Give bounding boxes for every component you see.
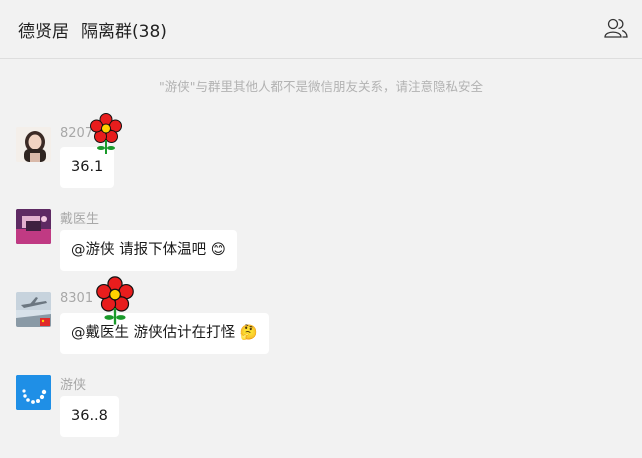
message-bubble[interactable]: @游侠 请报下体温吧 😊 bbox=[60, 230, 237, 271]
message-text: 36.1 bbox=[71, 159, 104, 175]
thinking-emoji: 🤔 bbox=[239, 325, 258, 341]
message-bubble[interactable]: 36..8 bbox=[60, 396, 119, 437]
avatar[interactable] bbox=[16, 209, 51, 244]
sender-name: 8301 bbox=[60, 291, 94, 306]
people-icon bbox=[604, 18, 628, 38]
message-text: @戴医生 游侠估计在打怪 bbox=[71, 325, 236, 341]
chat-title: 德贤居 隔离群(38) bbox=[18, 17, 167, 42]
contact-name: 德贤居 bbox=[18, 22, 69, 42]
avatar-airplane-image bbox=[16, 292, 51, 327]
red-flower-icon bbox=[96, 276, 134, 325]
group-members-button[interactable] bbox=[603, 17, 629, 39]
message-text: 36..8 bbox=[71, 408, 108, 424]
avatar[interactable] bbox=[16, 375, 51, 410]
avatar-girl-image bbox=[16, 127, 51, 162]
message-text: @游侠 请报下体温吧 bbox=[71, 242, 207, 258]
avatar[interactable] bbox=[16, 292, 51, 327]
sender-name: 戴医生 bbox=[60, 212, 100, 227]
red-flower-icon bbox=[90, 113, 122, 154]
group-name: 隔离群(38) bbox=[81, 22, 167, 42]
avatar-doctor-image bbox=[16, 209, 51, 244]
sender-name: 游侠 bbox=[60, 378, 87, 393]
smile-emoji: 😊 bbox=[210, 242, 226, 258]
message-bubble[interactable]: @戴医生 游侠估计在打怪 🤔 bbox=[60, 313, 269, 354]
avatar-loading-dots-image bbox=[16, 375, 51, 410]
privacy-notice: "游侠"与群里其他人都不是微信朋友关系，请注意隐私安全 bbox=[158, 79, 483, 94]
avatar[interactable] bbox=[16, 127, 51, 162]
chat-header: 德贤居 隔离群(38) bbox=[0, 0, 642, 59]
